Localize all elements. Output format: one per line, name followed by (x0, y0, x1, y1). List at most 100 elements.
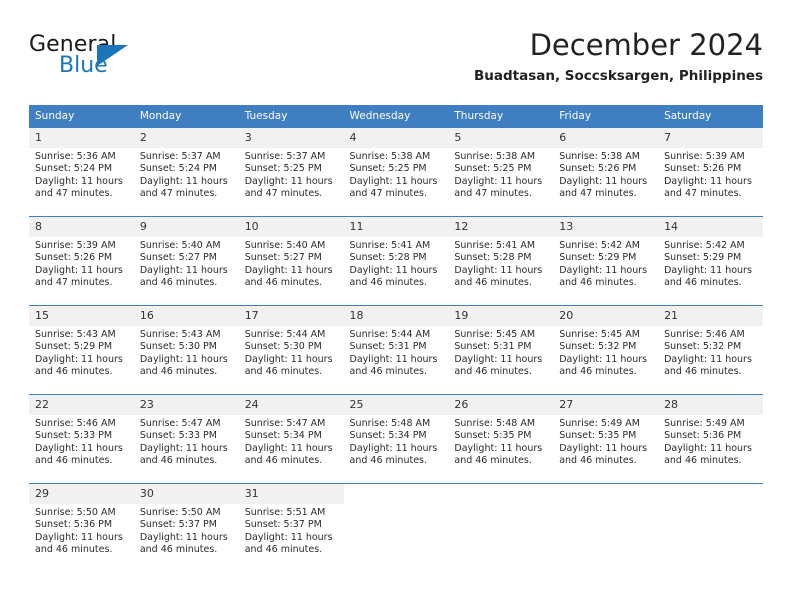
weekday-header-monday: Monday (133, 105, 239, 128)
daylight-text: Daylight: 11 hours and 47 minutes. (559, 175, 648, 200)
day-number: 16 (133, 306, 239, 326)
daylight-text: Daylight: 11 hours and 46 minutes. (349, 442, 438, 467)
daylight-text: Daylight: 11 hours and 46 minutes. (35, 442, 123, 467)
calendar-day[interactable]: 27 Sunrise: 5:49 AM Sunset: 5:35 PM Dayligh… (553, 395, 659, 483)
daylight-text: Daylight: 11 hours and 46 minutes. (244, 353, 333, 378)
sunrise-text: Sunrise: 5:36 AM (35, 151, 116, 162)
calendar-day[interactable]: 26 Sunrise: 5:48 AM Sunset: 5:35 PM Dayligh… (448, 395, 554, 483)
day-number: 22 (29, 395, 134, 415)
sunrise-text: Sunrise: 5:41 AM (454, 240, 536, 251)
calendar-day[interactable]: 16 Sunrise: 5:43 AM Sunset: 5:30 PM Dayligh… (133, 306, 239, 394)
daylight-text: Daylight: 11 hours and 47 minutes. (35, 264, 123, 289)
calendar-cell: 26 Sunrise: 5:48 AM Sunset: 5:35 PM Dayligh… (448, 394, 554, 484)
calendar-day[interactable]: 22 Sunrise: 5:46 AM Sunset: 5:33 PM Dayligh… (29, 395, 134, 483)
day-number: 9 (133, 217, 239, 237)
day-details: Sunrise: 5:50 AM Sunset: 5:36 PM Daylight:… (29, 504, 134, 557)
calendar-day[interactable]: 14 Sunrise: 5:42 AM Sunset: 5:29 PM Dayligh… (658, 217, 763, 305)
calendar-cell: 3 Sunrise: 5:37 AM Sunset: 5:25 PM Daylight… (238, 127, 344, 217)
calendar-day[interactable]: 9 Sunrise: 5:40 AM Sunset: 5:27 PM Daylight… (133, 217, 239, 305)
daylight-text: Daylight: 11 hours and 46 minutes. (559, 264, 648, 289)
sunset-text: Sunset: 5:28 PM (349, 252, 427, 264)
daylight-text: Daylight: 11 hours and 46 minutes. (559, 442, 648, 467)
day-number: 28 (658, 395, 763, 415)
sunset-text: Sunset: 5:31 PM (454, 341, 532, 353)
calendar-day[interactable]: 24 Sunrise: 5:47 AM Sunset: 5:34 PM Dayligh… (238, 395, 344, 483)
calendar-cell: 25 Sunrise: 5:48 AM Sunset: 5:34 PM Dayligh… (343, 394, 449, 484)
day-number: 2 (133, 128, 239, 148)
weekday-header-saturday: Saturday (658, 105, 763, 128)
calendar-day[interactable]: 25 Sunrise: 5:48 AM Sunset: 5:34 PM Dayligh… (343, 395, 449, 483)
calendar-day[interactable]: 3 Sunrise: 5:37 AM Sunset: 5:25 PM Daylight… (238, 128, 344, 216)
calendar-cell: 30 Sunrise: 5:50 AM Sunset: 5:37 PM Dayligh… (133, 483, 239, 572)
daylight-text: Daylight: 11 hours and 47 minutes. (244, 175, 333, 200)
sunset-text: Sunset: 5:24 PM (35, 163, 113, 175)
calendar-cell: 19 Sunrise: 5:45 AM Sunset: 5:31 PM Dayligh… (448, 305, 554, 395)
calendar-day[interactable]: 8 Sunrise: 5:39 AM Sunset: 5:26 PM Daylight… (29, 217, 134, 305)
calendar-day[interactable]: 18 Sunrise: 5:44 AM Sunset: 5:31 PM Dayligh… (343, 306, 449, 394)
calendar-day[interactable]: 15 Sunrise: 5:43 AM Sunset: 5:29 PM Dayligh… (29, 306, 134, 394)
calendar-day[interactable]: 6 Sunrise: 5:38 AM Sunset: 5:26 PM Daylight… (553, 128, 659, 216)
sunrise-text: Sunrise: 5:49 AM (559, 418, 640, 429)
sunset-text: Sunset: 5:36 PM (664, 430, 742, 442)
sunset-text: Sunset: 5:31 PM (349, 341, 427, 353)
calendar-day[interactable]: 10 Sunrise: 5:40 AM Sunset: 5:27 PM Dayligh… (238, 217, 344, 305)
calendar-day[interactable]: 21 Sunrise: 5:46 AM Sunset: 5:32 PM Dayligh… (658, 306, 763, 394)
sunrise-text: Sunrise: 5:50 AM (139, 507, 221, 518)
day-details: Sunrise: 5:38 AM Sunset: 5:26 PM Daylight:… (553, 148, 658, 201)
daylight-text: Daylight: 11 hours and 46 minutes. (664, 353, 752, 378)
calendar-cell (448, 483, 554, 572)
sunset-text: Sunset: 5:27 PM (244, 252, 322, 264)
sunset-text: Sunset: 5:26 PM (664, 163, 742, 175)
calendar-day[interactable]: 29 Sunrise: 5:50 AM Sunset: 5:36 PM Dayligh… (29, 484, 134, 572)
calendar-day[interactable]: 2 Sunrise: 5:37 AM Sunset: 5:24 PM Daylight… (133, 128, 239, 216)
sunrise-text: Sunrise: 5:37 AM (139, 151, 221, 162)
page-subtitle: Buadtasan, Soccsksargen, Philippines (473, 68, 763, 84)
calendar-day[interactable]: 5 Sunrise: 5:38 AM Sunset: 5:25 PM Daylight… (448, 128, 554, 216)
calendar-cell: 31 Sunrise: 5:51 AM Sunset: 5:37 PM Dayligh… (238, 483, 344, 572)
calendar-day[interactable]: 17 Sunrise: 5:44 AM Sunset: 5:30 PM Dayligh… (238, 306, 344, 394)
sunset-text: Sunset: 5:26 PM (559, 163, 637, 175)
daylight-text: Daylight: 11 hours and 46 minutes. (35, 531, 123, 556)
day-number: 18 (343, 306, 449, 326)
day-details: Sunrise: 5:49 AM Sunset: 5:36 PM Daylight:… (658, 415, 763, 468)
calendar-day[interactable]: 4 Sunrise: 5:38 AM Sunset: 5:25 PM Daylight… (343, 128, 449, 216)
day-details: Sunrise: 5:45 AM Sunset: 5:31 PM Daylight:… (448, 326, 553, 379)
daylight-text: Daylight: 11 hours and 47 minutes. (35, 175, 123, 200)
calendar-day[interactable]: 19 Sunrise: 5:45 AM Sunset: 5:31 PM Dayligh… (448, 306, 554, 394)
calendar-cell: 27 Sunrise: 5:49 AM Sunset: 5:35 PM Dayligh… (553, 394, 659, 484)
page-header: General Blue December 2024 Buadtasan, So… (29, 28, 763, 98)
day-number: 30 (133, 484, 239, 504)
calendar-body: 1 Sunrise: 5:36 AM Sunset: 5:24 PM Daylight… (29, 127, 763, 572)
sunrise-text: Sunrise: 5:48 AM (454, 418, 536, 429)
sunrise-text: Sunrise: 5:40 AM (139, 240, 221, 251)
calendar-cell: 9 Sunrise: 5:40 AM Sunset: 5:27 PM Daylight… (133, 216, 239, 306)
calendar-day[interactable]: 23 Sunrise: 5:47 AM Sunset: 5:33 PM Dayligh… (133, 395, 239, 483)
calendar-day[interactable]: 11 Sunrise: 5:41 AM Sunset: 5:28 PM Dayligh… (343, 217, 449, 305)
day-details: Sunrise: 5:50 AM Sunset: 5:37 PM Daylight:… (134, 504, 239, 557)
daylight-text: Daylight: 11 hours and 46 minutes. (244, 264, 333, 289)
calendar-day[interactable]: 20 Sunrise: 5:45 AM Sunset: 5:32 PM Dayligh… (553, 306, 659, 394)
day-details: Sunrise: 5:46 AM Sunset: 5:32 PM Daylight:… (658, 326, 763, 379)
day-details: Sunrise: 5:41 AM Sunset: 5:28 PM Daylight:… (448, 237, 553, 290)
daylight-text: Daylight: 11 hours and 46 minutes. (349, 353, 438, 378)
calendar-day-empty (658, 484, 763, 572)
daylight-text: Daylight: 11 hours and 46 minutes. (244, 531, 333, 556)
calendar-day[interactable]: 12 Sunrise: 5:41 AM Sunset: 5:28 PM Dayligh… (448, 217, 554, 305)
calendar-day[interactable]: 28 Sunrise: 5:49 AM Sunset: 5:36 PM Dayligh… (658, 395, 763, 483)
calendar-cell: 10 Sunrise: 5:40 AM Sunset: 5:27 PM Dayligh… (238, 216, 344, 306)
weekday-header-friday: Friday (553, 105, 659, 128)
daylight-text: Daylight: 11 hours and 47 minutes. (664, 175, 752, 200)
calendar-cell: 5 Sunrise: 5:38 AM Sunset: 5:25 PM Daylight… (448, 127, 554, 217)
brand-logo[interactable]: General Blue (29, 32, 209, 88)
day-number: 21 (658, 306, 763, 326)
sunset-text: Sunset: 5:34 PM (349, 430, 427, 442)
calendar-day[interactable]: 7 Sunrise: 5:39 AM Sunset: 5:26 PM Daylight… (658, 128, 763, 216)
calendar-day[interactable]: 31 Sunrise: 5:51 AM Sunset: 5:37 PM Dayligh… (238, 484, 344, 572)
calendar-day[interactable]: 30 Sunrise: 5:50 AM Sunset: 5:37 PM Dayligh… (133, 484, 239, 572)
sunset-text: Sunset: 5:29 PM (664, 252, 742, 264)
day-details: Sunrise: 5:48 AM Sunset: 5:35 PM Daylight:… (448, 415, 553, 468)
calendar-day[interactable]: 13 Sunrise: 5:42 AM Sunset: 5:29 PM Dayligh… (553, 217, 659, 305)
calendar-day[interactable]: 1 Sunrise: 5:36 AM Sunset: 5:24 PM Daylight… (29, 128, 134, 216)
day-details: Sunrise: 5:38 AM Sunset: 5:25 PM Daylight:… (344, 148, 449, 201)
sunset-text: Sunset: 5:32 PM (559, 341, 637, 353)
